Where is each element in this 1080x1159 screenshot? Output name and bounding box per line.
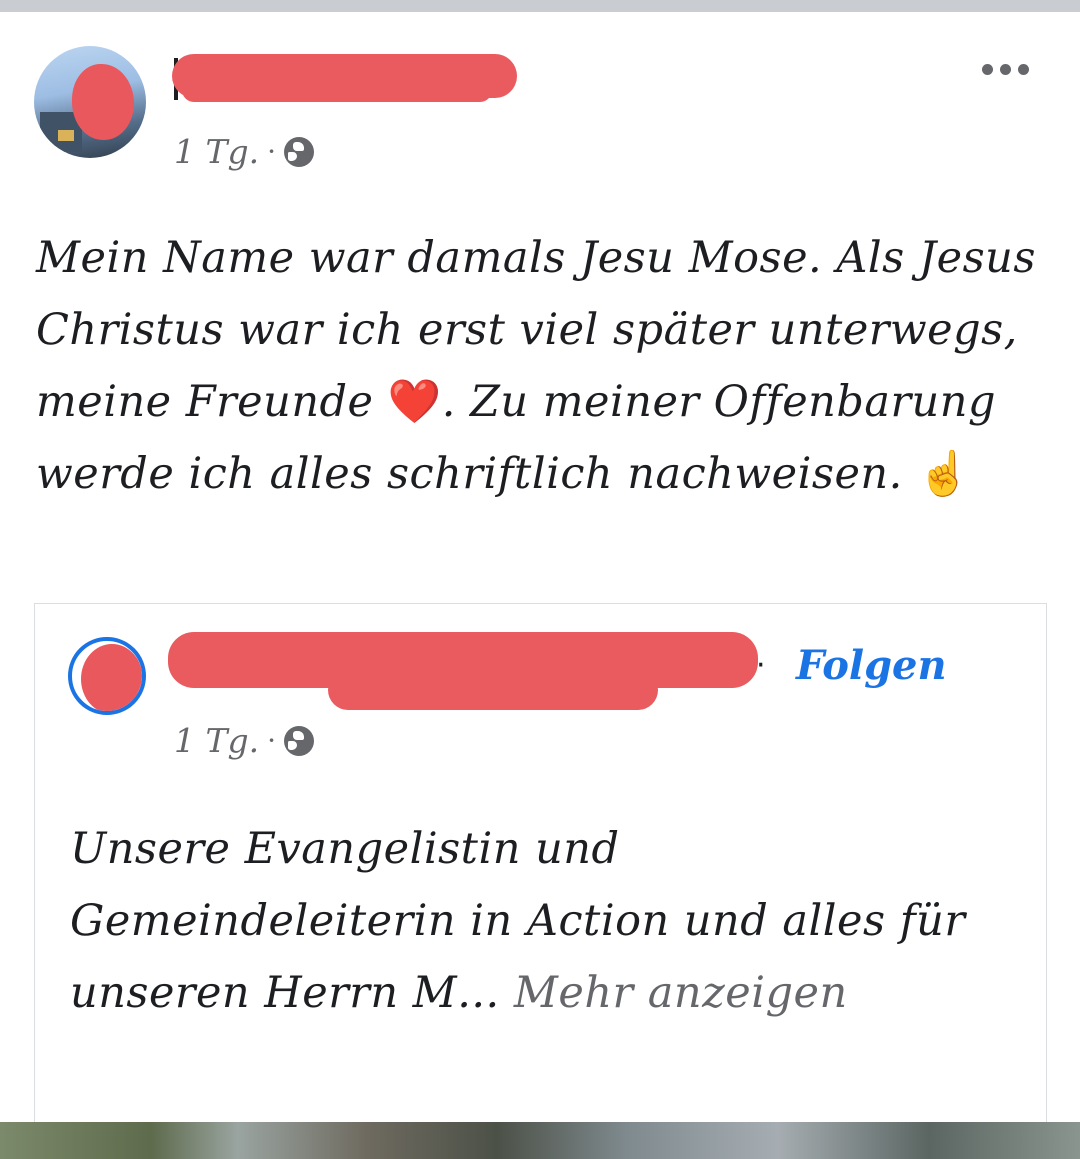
avatar-flag xyxy=(58,130,74,141)
globe-icon[interactable] xyxy=(284,136,315,167)
meta-separator: · xyxy=(267,135,277,168)
shared-post-text: Unsere Evangelistin und Gemeindeleiterin… xyxy=(70,813,970,1029)
more-options-icon[interactable] xyxy=(978,58,1032,80)
top-divider xyxy=(0,0,1080,12)
shared-author-name-redaction[interactable] xyxy=(168,632,758,710)
post-text: Mein Name war damals Jesu Mose. Als Jesu… xyxy=(36,222,1036,510)
shared-meta-separator: · xyxy=(267,724,277,757)
shared-post-meta: 1 Tg. · xyxy=(174,721,315,760)
shared-post-image[interactable] xyxy=(0,1122,1080,1159)
heart-icon: ❤️ xyxy=(387,377,442,427)
see-more-link[interactable]: Mehr anzeigen xyxy=(514,968,848,1018)
shared-avatar-redaction xyxy=(81,644,142,711)
pointing-up-icon: ☝️ xyxy=(916,449,971,499)
avatar-redaction xyxy=(72,64,134,140)
post-time[interactable]: 1 Tg. xyxy=(174,132,259,171)
post-meta: 1 Tg. · xyxy=(174,132,315,171)
author-name-redaction[interactable] xyxy=(172,54,517,102)
name-separator: · xyxy=(756,648,766,683)
shared-post-time[interactable]: 1 Tg. xyxy=(174,721,259,760)
shared-author-avatar[interactable] xyxy=(68,637,146,715)
author-avatar[interactable] xyxy=(34,46,146,158)
follow-button[interactable]: Folgen xyxy=(796,642,947,689)
shared-globe-icon[interactable] xyxy=(284,725,315,756)
